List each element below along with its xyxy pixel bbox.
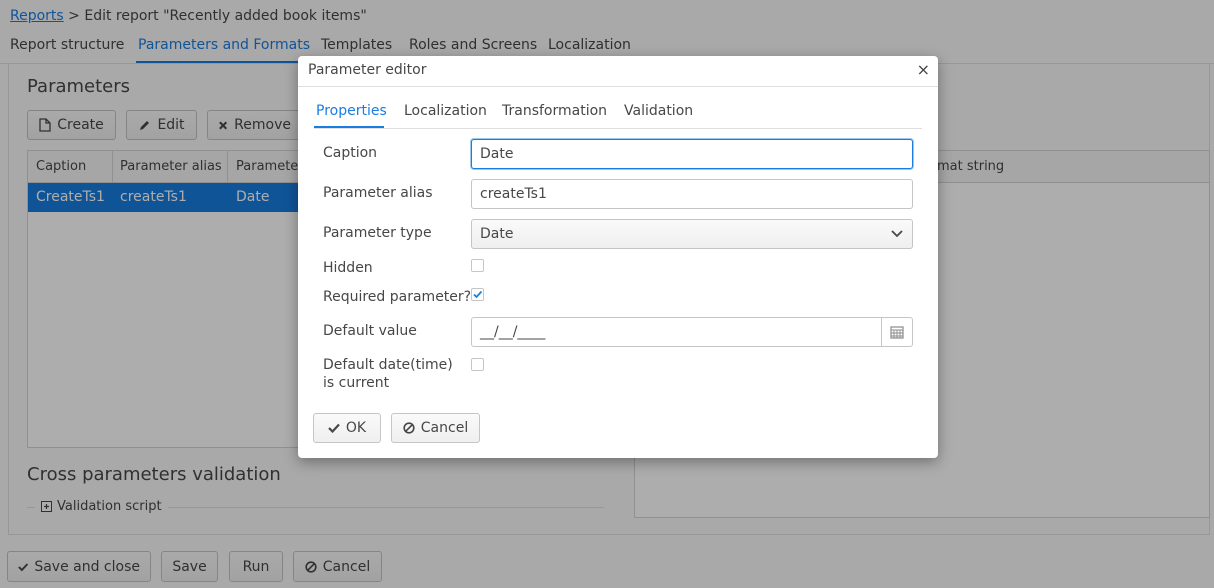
default-value-label: Default value — [323, 323, 417, 339]
caption-label: Caption — [323, 145, 378, 161]
ok-label: OK — [345, 420, 367, 436]
parameter-type-select[interactable]: Date — [471, 219, 913, 249]
tab-transformation[interactable]: Transformation — [502, 103, 607, 119]
calendar-icon — [890, 326, 904, 339]
chevron-down-icon — [891, 230, 903, 238]
hidden-checkbox[interactable] — [471, 259, 484, 272]
dialog-tabs: Properties Localization Transformation V… — [314, 98, 922, 129]
dialog-title: Parameter editor — [308, 62, 427, 78]
default-current-checkbox[interactable] — [471, 358, 484, 371]
alias-label: Parameter alias — [323, 185, 433, 201]
default-current-label-line1: Default date(time) — [323, 357, 453, 373]
required-label: Required parameter? — [323, 289, 472, 305]
ban-icon — [403, 422, 415, 434]
ok-button[interactable]: OK — [313, 413, 381, 443]
tab-properties[interactable]: Properties — [316, 103, 387, 119]
dialog-cancel-label: Cancel — [420, 420, 469, 436]
type-label: Parameter type — [323, 225, 432, 241]
default-value-mask: __/__/____ — [480, 324, 546, 340]
dialog-active-tab-indicator — [314, 126, 384, 128]
close-icon[interactable]: × — [917, 60, 930, 79]
calendar-button[interactable] — [881, 318, 912, 346]
tab-validation[interactable]: Validation — [624, 103, 693, 119]
caption-value: Date — [480, 146, 514, 162]
check-icon — [473, 290, 483, 299]
alias-input[interactable]: createTs1 — [471, 179, 913, 209]
dialog-header: Parameter editor × — [298, 56, 938, 87]
alias-value: createTs1 — [480, 186, 547, 202]
tab-dialog-localization[interactable]: Localization — [404, 103, 487, 119]
check-icon — [328, 423, 340, 433]
parameter-editor-dialog: Parameter editor × Properties Localizati… — [298, 56, 938, 458]
caption-input[interactable]: Date — [471, 139, 913, 169]
default-current-label-line2: is current — [323, 375, 390, 391]
default-value-datefield[interactable]: __/__/____ — [471, 317, 913, 347]
hidden-label: Hidden — [323, 260, 373, 276]
type-value: Date — [480, 226, 514, 242]
required-checkbox[interactable] — [471, 288, 484, 301]
dialog-cancel-button[interactable]: Cancel — [391, 413, 480, 443]
